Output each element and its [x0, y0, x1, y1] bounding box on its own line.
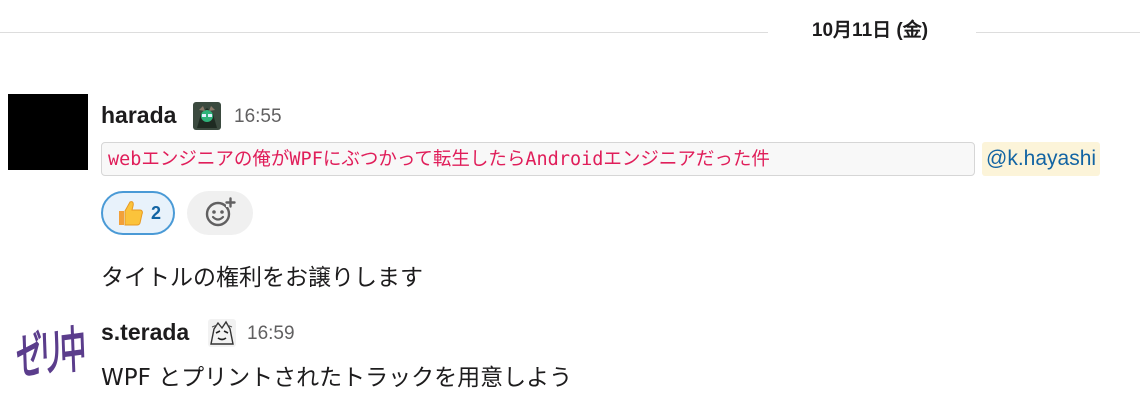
- author-name[interactable]: harada: [101, 102, 176, 129]
- inline-code: webエンジニアの俺がWPFにぶつかって転生したらAndroidエンジニアだった…: [101, 142, 975, 176]
- author-name[interactable]: s.terada: [101, 319, 189, 346]
- avatar-harada[interactable]: [8, 94, 88, 170]
- reaction-count: 2: [150, 202, 161, 223]
- date-divider-line-left: [0, 32, 768, 33]
- message-timestamp[interactable]: 16:55: [234, 106, 282, 128]
- message-text: タイトルの権利をお譲りします: [101, 265, 423, 291]
- message-text: WPF とプリントされたトラックを用意しよう: [101, 365, 573, 391]
- add-reaction-button[interactable]: [187, 191, 253, 235]
- thumbs-up-icon: [118, 201, 143, 226]
- date-divider-button[interactable]: 10月11日 (金): [770, 14, 970, 48]
- reaction-thumbs-up[interactable]: 2: [101, 191, 175, 235]
- custom-status-icon: [193, 102, 221, 130]
- custom-status-icon: [208, 319, 236, 347]
- user-mention[interactable]: @k.hayashi: [982, 142, 1101, 176]
- date-divider-line-right: [976, 32, 1140, 33]
- add-emoji-icon: [205, 197, 236, 227]
- avatar-s-terada[interactable]: ゼリ中: [14, 316, 84, 388]
- message-timestamp[interactable]: 16:59: [247, 323, 295, 345]
- avatar-text: ゼリ中: [15, 321, 84, 388]
